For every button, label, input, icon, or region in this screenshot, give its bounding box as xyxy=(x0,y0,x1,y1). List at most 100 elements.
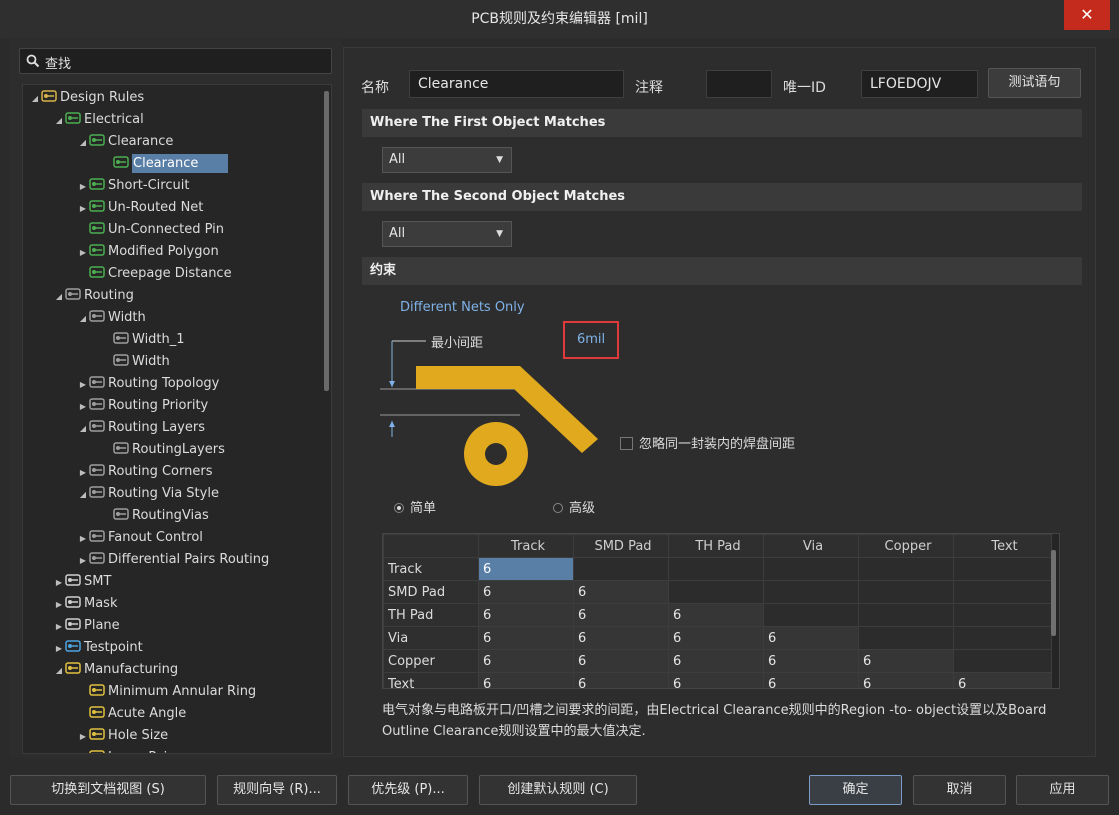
matrix-cell[interactable]: 6 xyxy=(668,649,764,673)
collapsed-arrow-icon[interactable]: ▶ xyxy=(53,572,65,594)
second-match-dropdown[interactable]: All ▼ xyxy=(382,221,512,247)
tree-item[interactable]: ▶ Routing Topology xyxy=(77,373,219,395)
checkbox-box[interactable] xyxy=(620,437,633,450)
expanded-arrow-icon[interactable]: ◢ xyxy=(53,286,65,308)
tree-item[interactable]: ◢ Clearance xyxy=(77,131,173,153)
collapsed-arrow-icon[interactable]: ▶ xyxy=(77,176,89,198)
create-default-rules-button[interactable]: 创建默认规则 (C) xyxy=(479,775,637,805)
min-clearance-value[interactable]: 6mil xyxy=(577,332,605,347)
tree-item[interactable]: ◢ Electrical xyxy=(53,109,144,131)
collapsed-arrow-icon[interactable]: ▶ xyxy=(77,242,89,264)
tree-item[interactable]: Clearance xyxy=(101,153,229,175)
tree-item[interactable]: ◢ Routing Via Style xyxy=(77,483,219,505)
expanded-arrow-icon[interactable]: ◢ xyxy=(29,88,41,110)
expanded-arrow-icon[interactable]: ◢ xyxy=(53,110,65,132)
ignore-pads-checkbox[interactable]: 忽略同一封装内的焊盘间距 xyxy=(620,433,795,452)
matrix-cell[interactable]: 6 xyxy=(858,672,954,688)
matrix-cell[interactable]: 6 xyxy=(478,672,574,688)
matrix-cell[interactable]: 6 xyxy=(668,603,764,627)
matrix-cell[interactable]: 6 xyxy=(478,580,574,604)
tree-item[interactable]: ◢ Routing Layers xyxy=(77,417,205,439)
collapsed-arrow-icon[interactable]: ▶ xyxy=(53,594,65,616)
matrix-column-header: Copper xyxy=(858,534,954,558)
matrix-cell[interactable]: 6 xyxy=(478,649,574,673)
radio-selected-icon[interactable] xyxy=(394,503,404,513)
tree-item[interactable]: Width xyxy=(101,351,170,373)
name-field[interactable]: Clearance xyxy=(409,70,624,98)
matrix-cell[interactable]: 6 xyxy=(953,672,1052,688)
tree-item[interactable]: ▶ Short-Circuit xyxy=(77,175,190,198)
priority-button[interactable]: 优先级 (P)... xyxy=(348,775,468,805)
tree-item[interactable]: Creepage Distance xyxy=(77,263,232,285)
tree-item[interactable]: Minimum Annular Ring xyxy=(77,681,256,703)
matrix-cell[interactable]: 6 xyxy=(668,672,764,688)
matrix-cell[interactable]: 6 xyxy=(573,603,669,627)
first-match-dropdown[interactable]: All ▼ xyxy=(382,147,512,173)
radio-unselected-icon[interactable] xyxy=(553,503,563,513)
matrix-cell[interactable]: 6 xyxy=(858,649,954,673)
collapsed-arrow-icon[interactable]: ▶ xyxy=(77,528,89,550)
matrix-scrollbar[interactable] xyxy=(1051,550,1056,636)
matrix-cell[interactable]: 6 xyxy=(763,672,859,688)
net-scope-link[interactable]: Different Nets Only xyxy=(400,300,525,315)
uid-field[interactable]: LFOEDOJV xyxy=(861,70,978,98)
matrix-cell[interactable]: 6 xyxy=(763,649,859,673)
tree-item[interactable]: ▶ Routing Corners xyxy=(77,461,213,484)
expanded-arrow-icon[interactable]: ◢ xyxy=(77,484,89,506)
matrix-cell[interactable]: 6 xyxy=(478,603,574,627)
matrix-cell[interactable]: 6 xyxy=(478,626,574,650)
tree-item[interactable]: ▶ Plane xyxy=(53,615,120,637)
manufacturing-icon xyxy=(89,706,105,718)
apply-button[interactable]: 应用 xyxy=(1016,775,1109,805)
tree-item[interactable]: RoutingLayers xyxy=(101,439,225,461)
tree-item[interactable]: ▶ Routing Priority xyxy=(77,395,208,417)
collapsed-arrow-icon[interactable]: ▶ xyxy=(53,638,65,660)
tree-item[interactable]: Un-Connected Pin xyxy=(77,219,224,241)
collapsed-arrow-icon[interactable]: ▶ xyxy=(77,550,89,572)
tree-item[interactable]: Layer Pairs xyxy=(77,747,179,753)
tree-item[interactable]: ▶ Mask xyxy=(53,593,118,616)
tree-item[interactable]: ◢ Manufacturing xyxy=(53,659,178,681)
tree-item[interactable]: ▶ SMT xyxy=(53,571,112,594)
collapsed-arrow-icon[interactable]: ▶ xyxy=(77,462,89,484)
tree-scrollbar[interactable] xyxy=(324,91,329,391)
collapsed-arrow-icon[interactable]: ▶ xyxy=(77,726,89,748)
matrix-cell[interactable]: 6 xyxy=(763,626,859,650)
matrix-cell[interactable]: 6 xyxy=(573,626,669,650)
matrix-cell[interactable]: 6 xyxy=(478,557,574,581)
tree-item[interactable]: ◢ Routing xyxy=(53,285,134,307)
test-query-button[interactable]: 测试语句 xyxy=(988,68,1081,98)
tree-item[interactable]: Width_1 xyxy=(101,329,185,351)
tree-item[interactable]: Acute Angle xyxy=(77,703,186,725)
tree-item[interactable]: ▶ Differential Pairs Routing xyxy=(77,549,269,571)
collapsed-arrow-icon[interactable]: ▶ xyxy=(77,396,89,418)
close-button[interactable]: ✕ xyxy=(1064,0,1110,30)
tree-item[interactable]: ◢ Width xyxy=(77,307,146,329)
matrix-cell[interactable]: 6 xyxy=(573,649,669,673)
tree-item[interactable]: ▶ Un-Routed Net xyxy=(77,197,203,219)
expanded-arrow-icon[interactable]: ◢ xyxy=(77,418,89,440)
rule-wizard-button[interactable]: 规则向导 (R)... xyxy=(217,775,337,805)
tree-item[interactable]: ▶ Modified Polygon xyxy=(77,241,219,263)
expanded-arrow-icon[interactable]: ◢ xyxy=(53,660,65,682)
matrix-cell[interactable]: 6 xyxy=(573,672,669,688)
search-input[interactable]: 查找 xyxy=(19,48,332,74)
tree-item[interactable]: ▶ Fanout Control xyxy=(77,527,203,549)
collapsed-arrow-icon[interactable]: ▶ xyxy=(77,198,89,220)
expanded-arrow-icon[interactable]: ◢ xyxy=(77,132,89,154)
mode-advanced-radio[interactable]: 高级 xyxy=(553,497,595,516)
document-view-button[interactable]: 切换到文档视图 (S) xyxy=(10,775,206,805)
mode-simple-radio[interactable]: 简单 xyxy=(394,497,436,516)
tree-item[interactable]: ▶ Testpoint xyxy=(53,637,143,659)
collapsed-arrow-icon[interactable]: ▶ xyxy=(53,616,65,638)
tree-item[interactable]: RoutingVias xyxy=(101,505,209,527)
comment-field[interactable] xyxy=(706,70,772,98)
matrix-cell[interactable]: 6 xyxy=(668,626,764,650)
collapsed-arrow-icon[interactable]: ▶ xyxy=(77,374,89,396)
ok-button[interactable]: 确定 xyxy=(809,775,902,805)
expanded-arrow-icon[interactable]: ◢ xyxy=(77,308,89,330)
matrix-cell[interactable]: 6 xyxy=(573,580,669,604)
cancel-button[interactable]: 取消 xyxy=(913,775,1006,805)
tree-item[interactable]: ◢ Design Rules xyxy=(29,87,144,109)
tree-item[interactable]: ▶ Hole Size xyxy=(77,725,168,747)
